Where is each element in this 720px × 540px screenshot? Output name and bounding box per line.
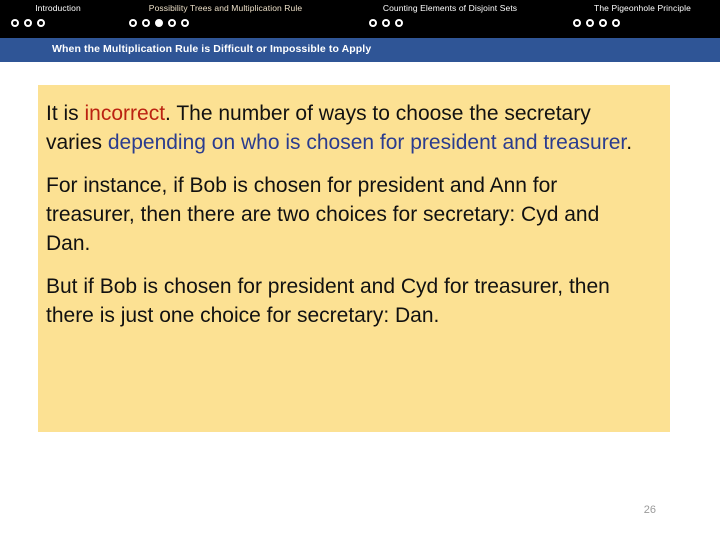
nav-section-introduction[interactable]: Introduction bbox=[8, 0, 108, 38]
paragraph-1-text-c: . bbox=[626, 131, 633, 154]
nav-dot[interactable] bbox=[586, 19, 594, 27]
nav-dot[interactable] bbox=[382, 19, 390, 27]
nav-dot[interactable] bbox=[369, 19, 377, 27]
nav-section-dots bbox=[369, 19, 545, 27]
nav-section-title: Counting Elements of Disjoint Sets bbox=[382, 3, 518, 13]
paragraph-1-highlight-depends: depending on who is chosen for president… bbox=[107, 131, 627, 154]
nav-dot[interactable] bbox=[181, 19, 189, 27]
nav-section-possibility-trees-and-multiplication-rule[interactable]: Possibility Trees and Multiplication Rul… bbox=[118, 0, 333, 38]
content-paragraph-3: But if Bob is chosen for president and C… bbox=[46, 275, 610, 327]
nav-dot[interactable] bbox=[142, 19, 150, 27]
nav-dot[interactable] bbox=[168, 19, 176, 27]
nav-section-title: The Pigeonhole Principle bbox=[594, 3, 691, 13]
nav-section-title: Introduction bbox=[35, 3, 81, 13]
nav-dot-current[interactable] bbox=[155, 19, 163, 27]
nav-section-the-pigeonhole-principle[interactable]: The Pigeonhole Principle bbox=[570, 0, 715, 38]
nav-section-dots bbox=[11, 19, 108, 27]
nav-section-dots bbox=[129, 19, 333, 27]
nav-dot[interactable] bbox=[37, 19, 45, 27]
nav-section-counting-elements-of-disjoint-sets[interactable]: Counting Elements of Disjoint Sets bbox=[355, 0, 545, 38]
nav-dot[interactable] bbox=[612, 19, 620, 27]
paragraph-1-highlight-incorrect: incorrect bbox=[84, 102, 166, 125]
nav-dot[interactable] bbox=[24, 19, 32, 27]
nav-dot[interactable] bbox=[599, 19, 607, 27]
nav-dot[interactable] bbox=[395, 19, 403, 27]
paragraph-1-text-a: It is bbox=[46, 102, 85, 125]
nav-dot[interactable] bbox=[573, 19, 581, 27]
top-navigation-bar: Introduction Possibility Trees and Multi… bbox=[0, 0, 720, 38]
nav-dot[interactable] bbox=[11, 19, 19, 27]
slide-subtitle-bar: When the Multiplication Rule is Difficul… bbox=[0, 38, 720, 62]
slide-subtitle: When the Multiplication Rule is Difficul… bbox=[52, 43, 372, 55]
content-paragraph-1: It is incorrect. The number of ways to c… bbox=[46, 99, 648, 157]
slide-content-card: It is incorrect. The number of ways to c… bbox=[38, 85, 670, 432]
content-paragraph-2: For instance, if Bob is chosen for presi… bbox=[46, 174, 600, 255]
nav-section-title: Possibility Trees and Multiplication Rul… bbox=[148, 3, 303, 13]
nav-dot[interactable] bbox=[129, 19, 137, 27]
nav-section-dots bbox=[573, 19, 715, 27]
page-number: 26 bbox=[643, 504, 656, 516]
